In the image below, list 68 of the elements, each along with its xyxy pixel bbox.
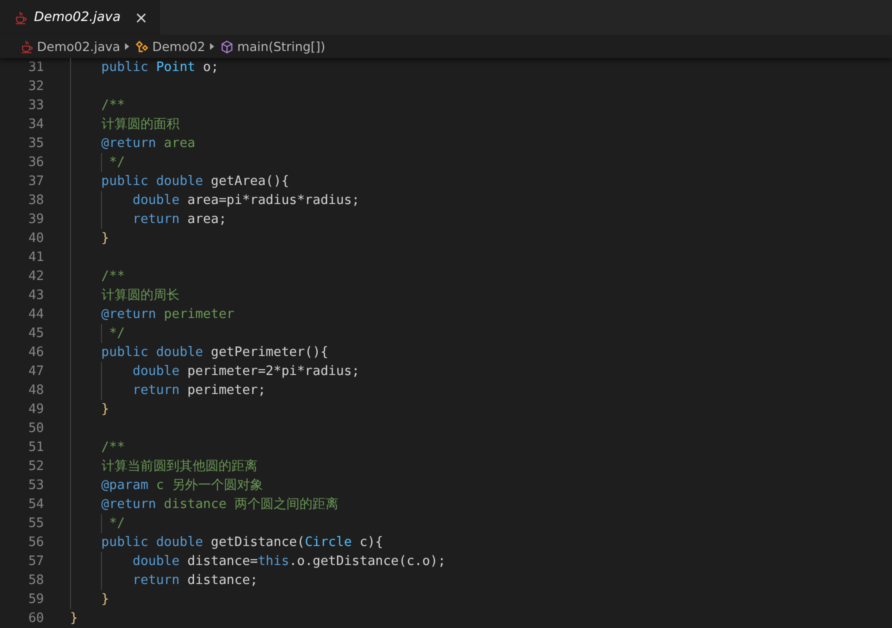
line-number: 35	[27, 135, 44, 153]
line-number: 57	[27, 553, 44, 571]
code-line: @return perimeter	[100, 307, 234, 322]
line-number: 33	[27, 97, 44, 115]
code-line: @return distance 两个圆之间的距离	[100, 497, 338, 512]
line-number: 43	[27, 287, 44, 305]
cube-icon	[220, 40, 234, 54]
code-line: /**	[100, 98, 125, 113]
line-number: 47	[27, 363, 44, 381]
line-number: 38	[27, 192, 44, 210]
code-line: double area=pi*radius*radius;	[132, 193, 360, 208]
line-number: 60	[27, 610, 44, 628]
chevron-right-icon	[210, 43, 216, 50]
line-number: 48	[27, 382, 44, 400]
breadcrumb-item[interactable]: main(String[])	[220, 39, 326, 54]
code-line: */	[108, 326, 125, 341]
line-number: 34	[27, 116, 44, 134]
code-line: 计算圆的周长	[100, 288, 180, 303]
code-line: public double getArea(){	[100, 174, 290, 189]
line-number: 45	[27, 325, 44, 343]
line-number: 31	[27, 59, 44, 77]
line-number: 49	[27, 401, 44, 419]
line-number: 50	[27, 420, 44, 438]
code-line: @param c 另外一个圆对象	[100, 478, 263, 493]
code-line: public double getDistance(Circle c){	[100, 535, 384, 550]
chevron-right-icon	[125, 43, 130, 50]
line-number: 32	[27, 78, 44, 96]
close-icon[interactable]: ×	[134, 10, 148, 26]
code-line: 计算当前圆到其他圆的距离	[100, 459, 258, 474]
line-number: 41	[27, 249, 44, 267]
code-line: double distance=this.o.getDistance(c.o);	[132, 554, 446, 569]
code-line: }	[100, 592, 110, 607]
code-line: */	[108, 516, 125, 531]
line-number: 54	[27, 496, 44, 514]
line-number: 40	[27, 230, 44, 248]
breadcrumb-item[interactable]: Demo02.java	[20, 39, 120, 54]
code-line: return area;	[132, 212, 227, 227]
coffee-cup-icon	[20, 40, 34, 54]
editor-tab[interactable]: Demo02.java ×	[0, 0, 160, 35]
code-line: public Point o;	[100, 60, 219, 75]
code-line: }	[100, 402, 110, 417]
code-line: return perimeter;	[132, 383, 266, 398]
line-number: 51	[27, 439, 44, 457]
class-icon	[135, 40, 150, 54]
line-number: 55	[27, 515, 44, 533]
code-line: }	[70, 611, 78, 626]
code-line: 计算圆的面积	[100, 117, 180, 132]
breadcrumb-item[interactable]: Demo02	[135, 39, 206, 54]
line-number: 39	[27, 211, 44, 229]
code-line: }	[100, 231, 110, 246]
line-number: 56	[27, 534, 44, 552]
code-line: @return area	[100, 136, 196, 151]
line-number: 58	[27, 572, 44, 590]
line-number: 42	[27, 268, 44, 286]
code-line: /**	[100, 269, 125, 284]
line-number: 46	[27, 344, 44, 362]
line-number: 36	[27, 154, 44, 172]
code-line: */	[108, 155, 125, 170]
code-line: return distance;	[132, 573, 258, 588]
line-number: 53	[27, 477, 44, 495]
coffee-cup-icon	[14, 10, 28, 24]
line-number: 37	[27, 173, 44, 191]
code-line: /**	[100, 440, 125, 455]
line-number: 52	[27, 458, 44, 476]
code-line: double perimeter=2*pi*radius;	[132, 364, 360, 379]
line-number: 59	[27, 591, 44, 609]
line-number: 44	[27, 306, 44, 324]
code-line: public double getPerimeter(){	[100, 345, 328, 360]
